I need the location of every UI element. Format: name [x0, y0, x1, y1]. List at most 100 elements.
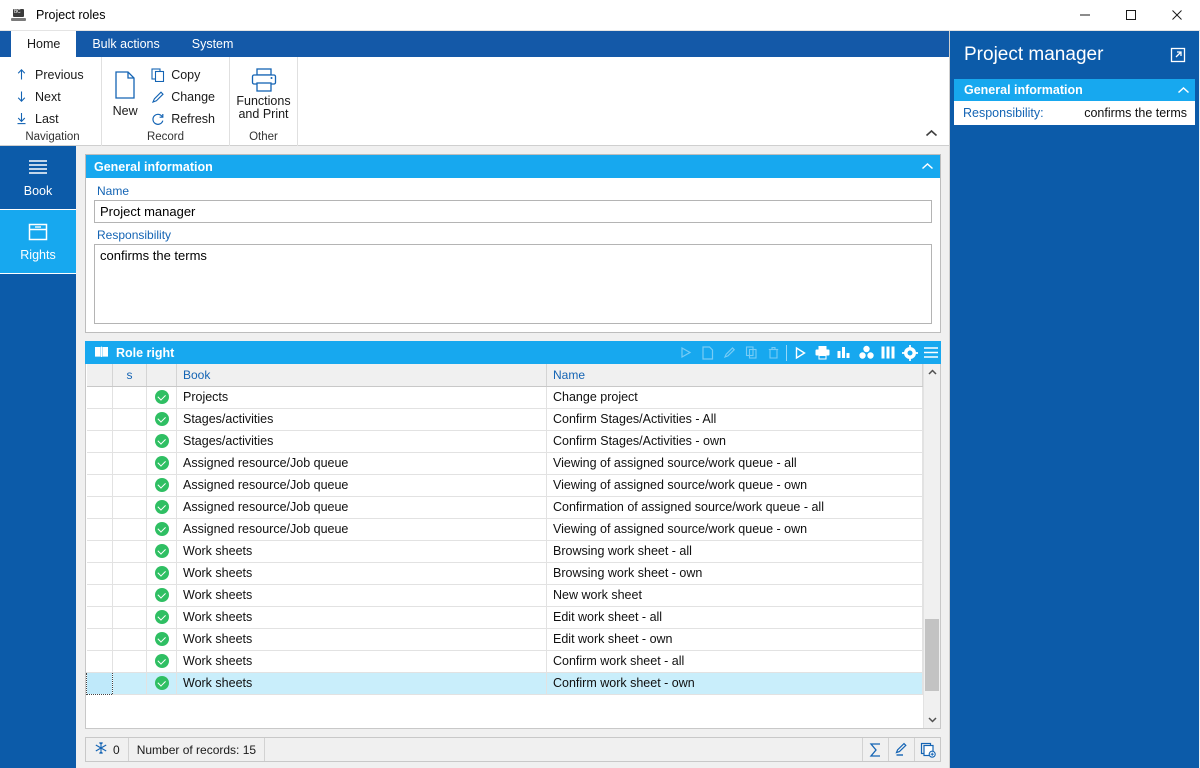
row-selector-cell[interactable]	[86, 496, 113, 519]
copy-button[interactable]: Copy	[146, 64, 223, 85]
toolbar-hamburger-menu-icon[interactable]	[921, 342, 941, 364]
row-check-cell[interactable]	[146, 430, 177, 453]
row-selector-cell[interactable]	[86, 584, 113, 607]
previous-button[interactable]: Previous	[10, 64, 92, 85]
row-s-cell[interactable]	[112, 628, 147, 651]
responsibility-textarea[interactable]: confirms the terms	[94, 244, 932, 324]
row-selector-cell[interactable]	[86, 540, 113, 563]
row-check-cell[interactable]	[146, 584, 177, 607]
side-panel-chevron-up-icon[interactable]	[1171, 86, 1195, 95]
maximize-icon[interactable]	[1108, 0, 1154, 31]
grid-vertical-scrollbar[interactable]	[923, 364, 940, 728]
scrollbar-track[interactable]	[924, 381, 940, 711]
toolbar-bar-chart-icon[interactable]	[833, 342, 855, 364]
row-selector-cell[interactable]	[86, 518, 113, 541]
toolbar-play-icon[interactable]	[789, 342, 811, 364]
toolbar-pivot-icon[interactable]	[855, 342, 877, 364]
tab-bulk-actions[interactable]: Bulk actions	[76, 31, 175, 57]
row-selector-cell[interactable]	[86, 452, 113, 475]
scroll-up-icon[interactable]	[924, 364, 940, 381]
row-s-cell[interactable]	[112, 562, 147, 585]
row-selector-cell[interactable]	[86, 408, 113, 431]
row-check-cell[interactable]	[146, 518, 177, 541]
row-s-cell[interactable]	[112, 496, 147, 519]
row-s-cell[interactable]	[112, 408, 147, 431]
row-selector-cell[interactable]	[86, 386, 113, 409]
row-selector-cell[interactable]	[86, 606, 113, 629]
row-check-cell[interactable]	[146, 452, 177, 475]
last-button[interactable]: Last	[10, 108, 92, 129]
add-record-icon[interactable]	[914, 738, 940, 761]
toolbar-columns-icon[interactable]	[877, 342, 899, 364]
filter-status[interactable]: 0	[86, 738, 129, 761]
row-s-cell[interactable]	[112, 540, 147, 563]
table-row[interactable]: Stages/activities Confirm Stages/Activiti…	[86, 430, 923, 453]
table-row[interactable]: Assigned resource/Job queue Viewing of as…	[86, 518, 923, 541]
toolbar-gear-icon[interactable]	[899, 342, 921, 364]
name-input[interactable]: Project manager	[94, 200, 932, 223]
new-button[interactable]: New	[108, 61, 142, 118]
row-selector-cell[interactable]	[86, 628, 113, 651]
table-row[interactable]: Assigned resource/Job queue Viewing of as…	[86, 474, 923, 497]
row-s-cell[interactable]	[112, 474, 147, 497]
change-button[interactable]: Change	[146, 86, 223, 107]
tab-home[interactable]: Home	[11, 31, 77, 57]
col-name[interactable]: Name	[546, 364, 923, 387]
row-s-cell[interactable]	[112, 606, 147, 629]
col-check[interactable]	[146, 364, 177, 387]
sidebar-item-book[interactable]: Book	[0, 146, 76, 210]
row-check-cell[interactable]	[146, 650, 177, 673]
row-s-cell[interactable]	[112, 518, 147, 541]
sidebar-item-rights[interactable]: Rights	[0, 210, 76, 274]
row-s-cell[interactable]	[112, 672, 147, 695]
row-s-cell[interactable]	[112, 452, 147, 475]
table-row[interactable]: Work sheets Confirm work sheet - own	[86, 671, 923, 695]
table-row[interactable]: Work sheets Edit work sheet - own	[86, 628, 923, 651]
row-selector-cell[interactable]	[86, 430, 113, 453]
col-s[interactable]: s	[112, 364, 147, 387]
scrollbar-thumb[interactable]	[925, 618, 939, 692]
scroll-down-icon[interactable]	[924, 711, 940, 728]
row-check-cell[interactable]	[146, 540, 177, 563]
col-book[interactable]: Book	[176, 364, 547, 387]
ribbon-collapse-chevron-up-icon[interactable]	[923, 125, 939, 141]
sum-sigma-icon[interactable]	[862, 738, 888, 761]
table-row[interactable]: Work sheets Confirm work sheet - all	[86, 650, 923, 673]
table-row[interactable]: Work sheets Browsing work sheet - all	[86, 540, 923, 563]
row-s-cell[interactable]	[112, 650, 147, 673]
row-check-cell[interactable]	[146, 672, 177, 695]
row-check-cell[interactable]	[146, 606, 177, 629]
table-row[interactable]: Stages/activities Confirm Stages/Activiti…	[86, 408, 923, 431]
row-selector-cell[interactable]	[86, 562, 113, 585]
table-row[interactable]: Work sheets Browsing work sheet - own	[86, 562, 923, 585]
row-s-cell[interactable]	[112, 430, 147, 453]
table-row[interactable]: Work sheets New work sheet	[86, 584, 923, 607]
row-name-cell: Confirm Stages/Activities - All	[546, 408, 923, 431]
pencil-edit-icon[interactable]	[888, 738, 914, 761]
tab-system[interactable]: System	[176, 31, 250, 57]
table-row[interactable]: Assigned resource/Job queue Confirmation …	[86, 496, 923, 519]
next-button[interactable]: Next	[10, 86, 92, 107]
table-row[interactable]: Projects Change project	[86, 386, 923, 409]
row-s-cell[interactable]	[112, 584, 147, 607]
row-selector-cell[interactable]	[86, 474, 113, 497]
row-selector-cell[interactable]	[86, 650, 113, 673]
close-icon[interactable]	[1154, 0, 1200, 31]
table-row[interactable]: Assigned resource/Job queue Viewing of as…	[86, 452, 923, 475]
refresh-button[interactable]: Refresh	[146, 108, 223, 129]
row-check-cell[interactable]	[146, 496, 177, 519]
popout-icon[interactable]	[1167, 44, 1189, 66]
general-information-chevron-up-icon[interactable]	[914, 162, 940, 171]
row-check-cell[interactable]	[146, 408, 177, 431]
toolbar-printer-icon[interactable]	[811, 342, 833, 364]
row-s-cell[interactable]	[112, 386, 147, 409]
row-selector-cell[interactable]	[86, 671, 113, 695]
row-check-cell[interactable]	[146, 562, 177, 585]
functions-and-print-button[interactable]: Functions and Print	[236, 61, 291, 121]
row-check-cell[interactable]	[146, 474, 177, 497]
table-row[interactable]: Work sheets Edit work sheet - all	[86, 606, 923, 629]
row-check-cell[interactable]	[146, 628, 177, 651]
row-check-cell[interactable]	[146, 386, 177, 409]
col-select[interactable]	[86, 364, 113, 387]
minimize-icon[interactable]	[1062, 0, 1108, 31]
